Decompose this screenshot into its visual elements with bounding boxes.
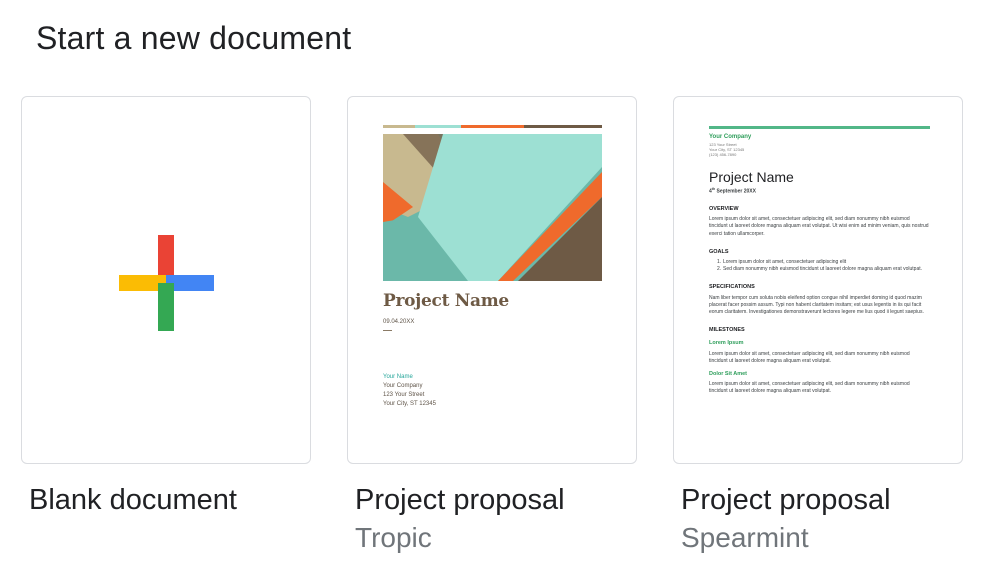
spearmint-top-rule	[709, 126, 930, 129]
spearmint-address: 123 Your Street Your City, ST 12345 (123…	[709, 142, 744, 157]
tropic-template-title[interactable]: Project proposal	[355, 484, 565, 517]
tropic-cover-illustration	[383, 125, 602, 281]
spearmint-template-card[interactable]: Your Company 123 Your Street Your City, …	[673, 96, 963, 464]
spearmint-goal-list: 1. Lorem ipsum dolor sit amet, consectetu…	[709, 259, 929, 273]
spearmint-date-rest: September 20XX	[715, 188, 756, 195]
spearmint-company: Your Company	[709, 134, 752, 140]
spearmint-specs-text: Nam liber tempor cum soluta nobis eleife…	[709, 294, 924, 316]
spearmint-project-name: Project Name	[709, 169, 794, 185]
spearmint-template-title[interactable]: Project proposal	[681, 484, 891, 517]
spearmint-date: 4th September 20XX	[709, 186, 756, 196]
spearmint-goal-text: Sed diam nonummy nibh euismod tincidunt …	[723, 266, 923, 273]
spearmint-goal-item: 2. Sed diam nonummy nibh euismod tincidun…	[717, 266, 923, 273]
spearmint-overview-heading: OVERVIEW	[709, 206, 739, 212]
plus-icon	[119, 235, 214, 331]
spearmint-milestone-2-title: Dolor Sit Amet	[709, 371, 747, 378]
tropic-contact-name: Your Name	[383, 374, 413, 380]
tropic-date: 09.04.20XX	[383, 319, 415, 325]
spearmint-milestone-1-text: Lorem ipsum dolor sit amet, consectetuer…	[709, 350, 910, 364]
spearmint-body: OVERVIEW Lorem ipsum dolor sit amet, con…	[709, 206, 929, 396]
tropic-street: 123 Your Street	[383, 392, 425, 398]
blank-document-card[interactable]	[21, 96, 311, 464]
tropic-template-subtitle: Tropic	[355, 522, 432, 553]
blank-document-title[interactable]: Blank document	[29, 484, 237, 517]
tropic-template-card[interactable]: Project Name 09.04.20XX Your Name Your C…	[347, 96, 637, 464]
spearmint-goal-item: 1. Lorem ipsum dolor sit amet, consectetu…	[717, 259, 847, 266]
spearmint-milestones-heading: MILESTONES	[709, 327, 745, 334]
tropic-city: Your City, ST 12345	[383, 401, 436, 407]
tropic-company: Your Company	[383, 383, 423, 389]
spearmint-template-subtitle: Spearmint	[681, 522, 809, 553]
tropic-contact-block: Your Name Your Company 123 Your Street Y…	[383, 373, 436, 409]
spearmint-goal-text: Lorem ipsum dolor sit amet, consectetuer…	[723, 259, 847, 266]
spearmint-goals-heading: GOALS	[709, 248, 729, 255]
tropic-divider	[383, 330, 392, 331]
spearmint-milestone-2-text: Lorem ipsum dolor sit amet, consectetuer…	[709, 381, 910, 395]
tropic-project-name: Project Name	[383, 291, 509, 311]
spearmint-phone: (123) 456-7890	[709, 152, 737, 157]
spearmint-milestone-1-title: Lorem Ipsum	[709, 340, 744, 347]
spearmint-overview-text: Lorem ipsum dolor sit amet, consectetuer…	[709, 216, 929, 237]
page-heading: Start a new document	[36, 20, 352, 56]
spearmint-specs-heading: SPECIFICATIONS	[709, 284, 755, 291]
